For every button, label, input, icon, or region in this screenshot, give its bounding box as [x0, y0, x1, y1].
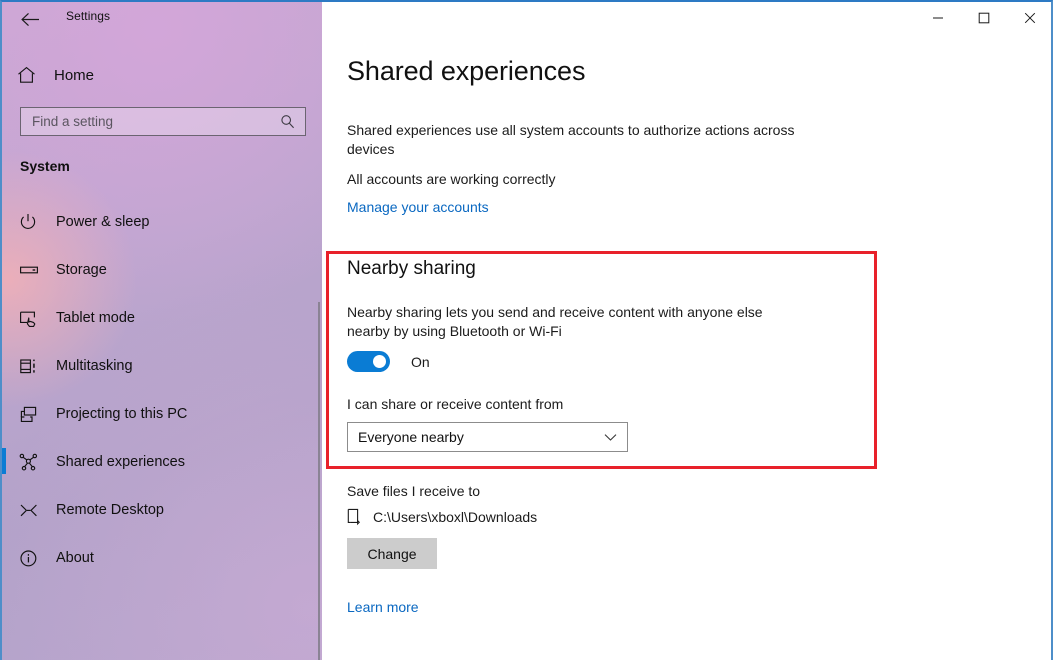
search-box[interactable]: [20, 107, 306, 136]
remote-desktop-icon: [19, 501, 49, 520]
sidebar-titlebar: Settings: [2, 2, 322, 36]
share-source-dropdown[interactable]: Everyone nearby: [347, 422, 628, 452]
manage-your-accounts-link[interactable]: Manage your accounts: [347, 199, 489, 215]
minimize-icon[interactable]: [915, 2, 961, 34]
toggle-knob: [373, 355, 386, 368]
sidebar-item-remote-desktop[interactable]: Remote Desktop: [2, 486, 322, 534]
share-source-value: Everyone nearby: [358, 429, 464, 445]
home-icon: [17, 66, 51, 84]
nearby-sharing-toggle[interactable]: [347, 351, 390, 372]
storage-icon: [19, 261, 49, 279]
save-path-row: C:\Users\xboxl\Downloads: [347, 508, 537, 526]
info-icon: [19, 549, 49, 568]
sidebar-item-multitasking[interactable]: Multitasking: [2, 342, 322, 390]
share-nodes-icon: [19, 453, 49, 472]
main-content: Shared experiences Shared experiences us…: [322, 2, 1051, 660]
share-source-label: I can share or receive content from: [347, 396, 564, 412]
sidebar-item-power-sleep[interactable]: Power & sleep: [2, 198, 322, 246]
sidebar-nav-list: Power & sleep Storage Tablet mode Multit…: [2, 198, 322, 582]
save-files-label: Save files I receive to: [347, 483, 481, 499]
nearby-sharing-toggle-row: On: [347, 351, 430, 372]
account-status-text: All accounts are working correctly: [347, 171, 556, 187]
shared-experiences-description: Shared experiences use all system accoun…: [347, 122, 795, 157]
sidebar-group-title: System: [20, 158, 70, 174]
sidebar-scrollbar[interactable]: [318, 302, 320, 660]
search-icon[interactable]: [280, 114, 295, 129]
sidebar-item-home[interactable]: Home: [2, 59, 312, 91]
change-button[interactable]: Change: [347, 538, 437, 569]
tablet-mode-icon: [19, 309, 49, 328]
projecting-icon: [19, 405, 49, 424]
learn-more-link[interactable]: Learn more: [347, 599, 419, 615]
sidebar-item-label: Power & sleep: [56, 214, 150, 230]
window-title: Settings: [66, 9, 111, 23]
sidebar-item-label: About: [56, 550, 94, 566]
sidebar-item-label: Tablet mode: [56, 310, 135, 326]
sidebar-item-label: Projecting to this PC: [56, 406, 188, 422]
search-input[interactable]: [21, 113, 272, 130]
maximize-icon[interactable]: [961, 2, 1007, 34]
selection-indicator: [2, 448, 6, 474]
nearby-sharing-toggle-state: On: [411, 353, 430, 370]
window-controls: [915, 2, 1051, 34]
power-icon: [19, 213, 49, 231]
sidebar-item-projecting-to-this-pc[interactable]: Projecting to this PC: [2, 390, 322, 438]
sidebar-item-label: Storage: [56, 262, 107, 278]
multitasking-icon: [19, 357, 49, 376]
sidebar-item-label: Multitasking: [56, 358, 133, 374]
sidebar-item-shared-experiences[interactable]: Shared experiences: [2, 438, 322, 486]
sidebar-item-storage[interactable]: Storage: [2, 246, 322, 294]
sidebar-item-about[interactable]: About: [2, 534, 322, 582]
page-title: Shared experiences: [347, 56, 586, 86]
document-icon: [347, 508, 365, 526]
sidebar-item-label: Shared experiences: [56, 454, 185, 470]
settings-window: Settings Home System: [0, 0, 1053, 660]
nearby-sharing-description: Nearby sharing lets you send and receive…: [347, 304, 763, 339]
nearby-sharing-title: Nearby sharing: [347, 258, 476, 279]
chevron-down-icon: [604, 433, 617, 442]
save-path-value: C:\Users\xboxl\Downloads: [373, 509, 538, 525]
close-icon[interactable]: [1007, 2, 1051, 34]
sidebar-item-tablet-mode[interactable]: Tablet mode: [2, 294, 322, 342]
sidebar-item-label: Remote Desktop: [56, 502, 164, 518]
sidebar: Settings Home System: [2, 2, 322, 660]
back-arrow-icon[interactable]: [16, 7, 44, 31]
sidebar-item-home-label: Home: [54, 66, 95, 84]
